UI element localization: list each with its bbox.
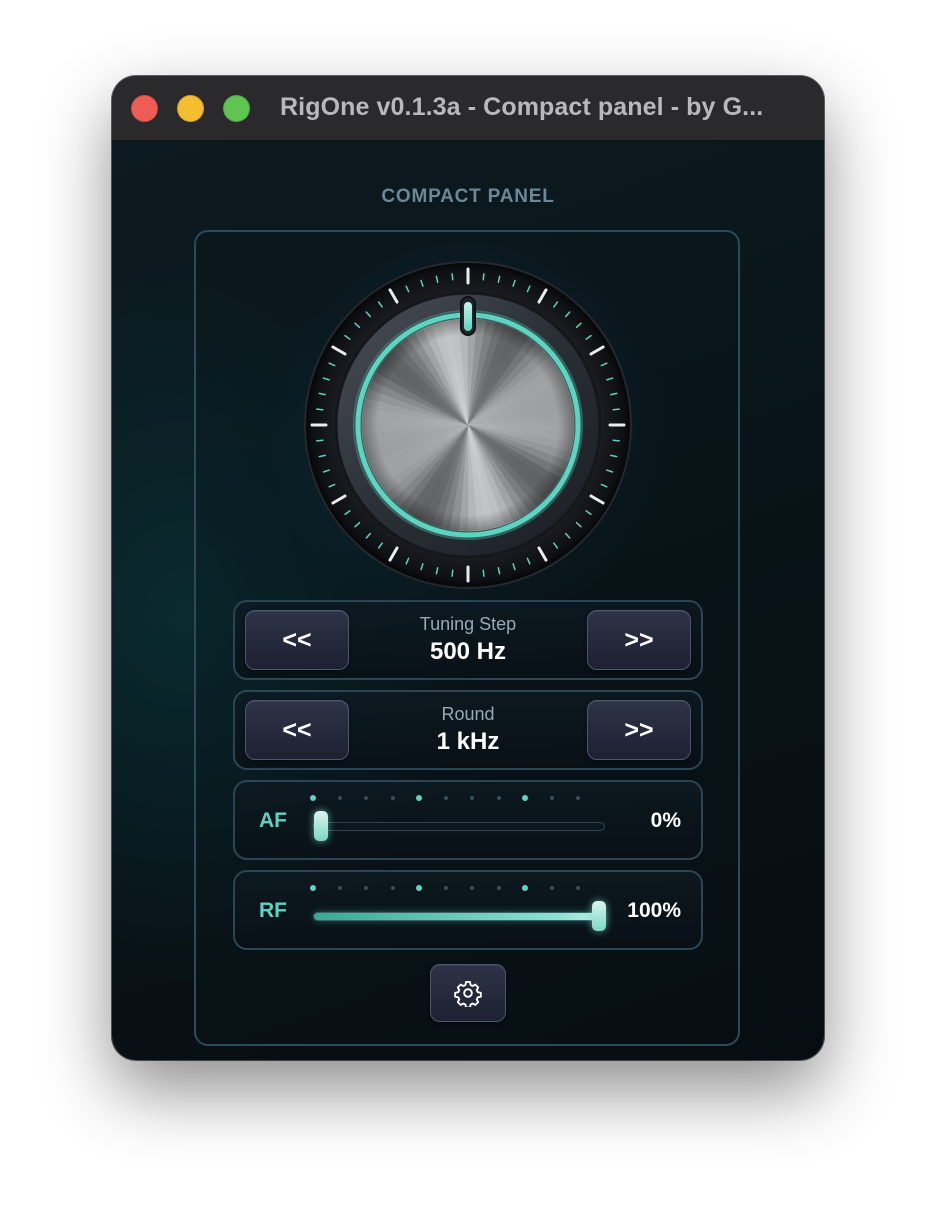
slider-tick-dot [416,885,422,891]
slider-tick-dot [522,885,528,891]
af-label: AF [259,809,287,832]
knob-minor-tick [451,273,454,281]
slider-tick-dot [496,796,501,800]
af-slider-track[interactable] [313,811,605,841]
minimize-window-button[interactable] [177,95,204,122]
slider-tick-dot [364,886,368,890]
close-window-button[interactable] [131,95,158,122]
rf-slider-thumb[interactable] [592,901,606,931]
slider-tick-dot [443,796,448,800]
af-slider-row: AF 0% [233,780,703,860]
tuning-step-row: << Tuning Step 500 Hz >> [233,600,703,680]
zoom-window-button[interactable] [223,95,250,122]
knob-minor-tick [316,439,324,442]
af-slider-thumb[interactable] [314,811,328,841]
round-next-button[interactable]: >> [587,700,691,760]
slider-tick-dot [470,886,474,890]
round-row: << Round 1 kHz >> [233,690,703,770]
tuning-step-next-button[interactable]: >> [587,610,691,670]
app-window: RigOne v0.1.3a - Compact panel - by G...… [112,76,824,1060]
knob-minor-tick [482,569,485,577]
settings-button[interactable] [430,964,506,1022]
knob-minor-tick [482,273,485,281]
rf-value: 100% [627,899,681,922]
rf-slider-row: RF 100% [233,870,703,950]
tuning-knob[interactable] [263,220,673,630]
knob-graphic [304,261,632,589]
slider-tick-dot [310,795,316,801]
af-value: 0% [650,809,681,832]
title-bar[interactable]: RigOne v0.1.3a - Compact panel - by G... [112,76,824,141]
knob-minor-tick [316,408,324,411]
slider-tick-dot [576,886,580,890]
panel-heading: COMPACT PANEL [381,186,555,207]
slider-tick-dot [390,886,395,890]
window-title: RigOne v0.1.3a - Compact panel - by G... [280,93,764,121]
knob-minor-tick [612,439,620,442]
knob-minor-tick [451,569,454,577]
slider-tick-dot [364,796,368,800]
slider-tick-dot [310,885,316,891]
knob-minor-tick [612,408,620,411]
rf-tick-marks [310,884,605,892]
gear-icon [454,980,482,1007]
slider-tick-dot [337,886,342,890]
slider-tick-dot [522,795,528,801]
af-tick-marks [310,794,605,802]
slider-tick-dot [390,796,395,800]
slider-tick-dot [576,796,580,800]
slider-tick-dot [549,886,554,890]
rf-slider-fill [314,913,606,920]
slider-tick-dot [496,886,501,890]
slider-tick-dot [443,886,448,890]
slider-tick-dot [549,796,554,800]
rf-label: RF [259,899,287,922]
rf-slider-track[interactable] [313,901,606,931]
slider-tick-dot [416,795,422,801]
slider-tick-dot [337,796,342,800]
slider-tick-dot [470,796,474,800]
